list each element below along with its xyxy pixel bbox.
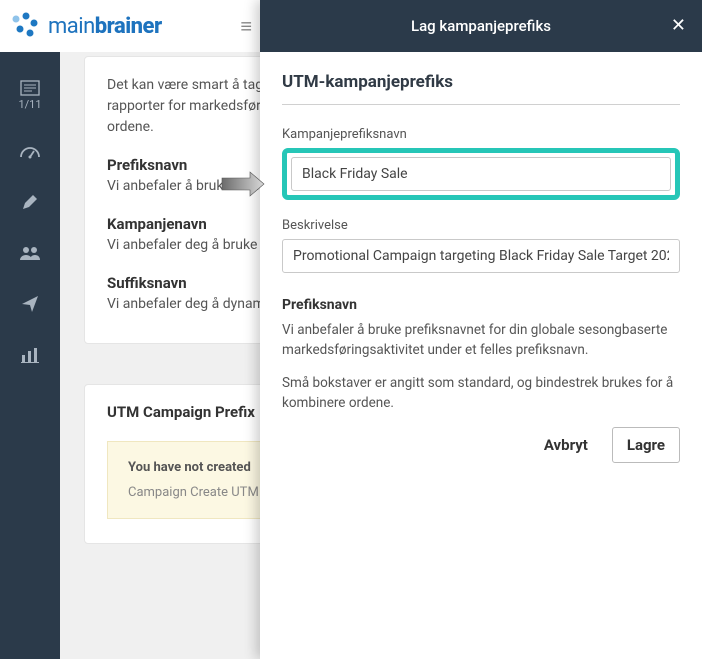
menu-toggle-icon[interactable]: ≡: [240, 16, 252, 36]
prefix-name-label: Kampanjeprefiksnavn: [282, 127, 680, 142]
left-navigation-rail: 1/11: [0, 52, 60, 659]
brand-main: main: [48, 14, 95, 39]
description-label: Beskrivelse: [282, 218, 680, 233]
chart-bar-icon: [21, 347, 39, 363]
gauge-icon: [19, 143, 41, 159]
send-icon: [21, 295, 39, 313]
prefix-name-highlight: [282, 148, 680, 200]
panel-actions: Avbryt Lagre: [282, 427, 680, 463]
description-input[interactable]: [282, 239, 680, 273]
close-icon[interactable]: ✕: [671, 17, 686, 35]
pencil-icon: [21, 193, 39, 211]
info-paragraph-2: Små bokstaver er angitt som standard, og…: [282, 374, 680, 413]
nav-item-dashboard[interactable]: [19, 143, 41, 161]
prefix-name-input[interactable]: [291, 157, 671, 191]
save-button[interactable]: Lagre: [612, 427, 680, 463]
cancel-button[interactable]: Avbryt: [530, 427, 602, 463]
topbar: mainbrainer ≡: [0, 0, 260, 52]
brand-bold: brainer: [95, 14, 162, 39]
nav-item-onboarding[interactable]: 1/11: [18, 80, 41, 111]
nav-item-send[interactable]: [21, 295, 39, 315]
logo-icon: [8, 9, 42, 43]
nav-item-create[interactable]: [21, 193, 39, 213]
info-paragraph-1: Vi anbefaler å bruke prefiksnavnet for d…: [282, 321, 680, 360]
list-icon: [18, 80, 41, 96]
panel-header: Lag kampanjeprefiks ✕: [260, 0, 702, 52]
users-icon: [19, 245, 41, 261]
panel-section-title: UTM-kampanjeprefiks: [282, 72, 680, 105]
create-prefix-panel: Lag kampanjeprefiks ✕ UTM-kampanjeprefik…: [260, 0, 702, 659]
onboarding-progress: 1/11: [18, 98, 41, 111]
panel-header-title: Lag kampanjeprefiks: [411, 17, 551, 35]
panel-body: UTM-kampanjeprefiks Kampanjeprefiksnavn …: [260, 52, 702, 659]
info-heading: Prefiksnavn: [282, 297, 680, 313]
brand-name: mainbrainer: [48, 14, 162, 39]
nav-item-contacts[interactable]: [19, 245, 41, 263]
nav-item-reports[interactable]: [21, 347, 39, 365]
